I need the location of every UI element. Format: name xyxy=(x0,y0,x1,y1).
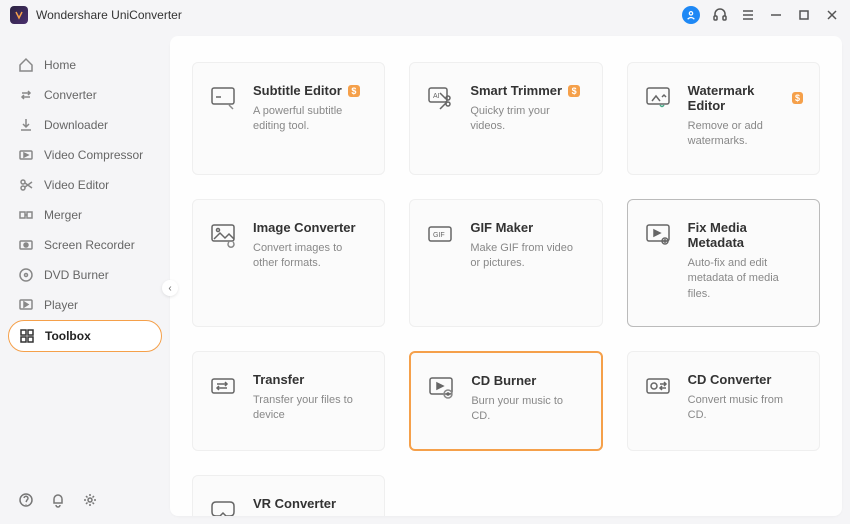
tool-title: Watermark Editor xyxy=(688,83,786,113)
menu-icon[interactable] xyxy=(740,7,756,23)
headset-icon[interactable] xyxy=(712,7,728,23)
sidebar-item-toolbox[interactable]: Toolbox xyxy=(8,320,162,352)
sidebar-item-recorder[interactable]: Screen Recorder xyxy=(8,230,162,260)
close-icon[interactable] xyxy=(824,7,840,23)
sidebar-item-label: Home xyxy=(44,58,76,72)
user-account-icon[interactable] xyxy=(682,6,700,24)
collapse-sidebar-button[interactable]: ‹ xyxy=(162,280,178,296)
tool-title: Transfer xyxy=(253,372,304,387)
bell-icon[interactable] xyxy=(50,492,66,508)
tool-title: GIF Maker xyxy=(470,220,533,235)
title-bar: Wondershare UniConverter xyxy=(0,0,850,30)
sidebar-item-label: Converter xyxy=(44,88,97,102)
sidebar: Home Converter Downloader Video Compress… xyxy=(0,30,170,524)
help-icon[interactable] xyxy=(18,492,34,508)
svg-text:AI: AI xyxy=(433,93,440,100)
tool-cd-converter[interactable]: CD Converter Convert music from CD. xyxy=(627,351,820,451)
minimize-icon[interactable] xyxy=(768,7,784,23)
sidebar-item-player[interactable]: Player xyxy=(8,290,162,320)
tool-cd-burner[interactable]: CD Burner Burn your music to CD. xyxy=(409,351,602,451)
svg-text:GIF: GIF xyxy=(433,232,445,239)
sidebar-item-dvd[interactable]: DVD Burner xyxy=(8,260,162,290)
sidebar-item-downloader[interactable]: Downloader xyxy=(8,110,162,140)
cd-burner-icon xyxy=(427,373,455,401)
tool-watermark-editor[interactable]: Watermark Editor $ Remove or add watermar… xyxy=(627,62,820,175)
disc-icon xyxy=(18,267,34,283)
tool-title: CD Burner xyxy=(471,373,536,388)
transfer-icon xyxy=(209,372,237,400)
subtitle-icon xyxy=(209,83,237,111)
sidebar-item-compressor[interactable]: Video Compressor xyxy=(8,140,162,170)
tool-desc: Remove or add watermarks. xyxy=(688,119,803,150)
tool-image-converter[interactable]: Image Converter Convert images to other … xyxy=(192,199,385,327)
tool-fix-metadata[interactable]: Fix Media Metadata Auto-fix and edit met… xyxy=(627,199,820,327)
sidebar-item-merger[interactable]: Merger xyxy=(8,200,162,230)
main-panel: Subtitle Editor $ A powerful subtitle edi… xyxy=(170,36,842,516)
tool-desc: Convert music from CD. xyxy=(688,393,803,424)
image-icon xyxy=(209,220,237,248)
tool-subtitle-editor[interactable]: Subtitle Editor $ A powerful subtitle edi… xyxy=(192,62,385,175)
tool-desc: Make GIF from video or pictures. xyxy=(470,241,585,272)
cd-converter-icon xyxy=(644,372,672,400)
tool-title: Smart Trimmer xyxy=(470,83,562,98)
home-icon xyxy=(18,57,34,73)
tool-title: CD Converter xyxy=(688,372,772,387)
tool-desc: A powerful subtitle editing tool. xyxy=(253,104,368,135)
sidebar-item-label: Merger xyxy=(44,208,82,222)
tool-desc: Convert images to other formats. xyxy=(253,241,368,272)
tool-gif-maker[interactable]: GIF GIF Maker Make GIF from video or pic… xyxy=(409,199,602,327)
converter-icon xyxy=(18,87,34,103)
merger-icon xyxy=(18,207,34,223)
premium-badge-icon: $ xyxy=(568,85,580,97)
app-logo-icon xyxy=(10,6,28,24)
tool-vr-converter[interactable]: VR Converter Convert videos to VR and en… xyxy=(192,475,385,516)
sidebar-item-converter[interactable]: Converter xyxy=(8,80,162,110)
tool-title: Fix Media Metadata xyxy=(688,220,803,250)
compressor-icon xyxy=(18,147,34,163)
settings-icon[interactable] xyxy=(82,492,98,508)
sidebar-item-label: Downloader xyxy=(44,118,108,132)
sidebar-item-video-editor[interactable]: Video Editor xyxy=(8,170,162,200)
tool-title: Image Converter xyxy=(253,220,356,235)
sidebar-item-label: Video Compressor xyxy=(44,148,143,162)
app-title: Wondershare UniConverter xyxy=(36,8,182,22)
maximize-icon[interactable] xyxy=(796,7,812,23)
vr-icon xyxy=(209,496,237,516)
download-icon xyxy=(18,117,34,133)
tool-smart-trimmer[interactable]: AI Smart Trimmer $ Quicky trim your video… xyxy=(409,62,602,175)
sidebar-item-label: DVD Burner xyxy=(44,268,109,282)
tool-desc: Auto-fix and edit metadata of media file… xyxy=(688,256,803,302)
sidebar-item-label: Video Editor xyxy=(44,178,109,192)
tool-transfer[interactable]: Transfer Transfer your files to device xyxy=(192,351,385,451)
recorder-icon xyxy=(18,237,34,253)
sidebar-item-label: Player xyxy=(44,298,78,312)
tool-title: Subtitle Editor xyxy=(253,83,342,98)
trimmer-icon: AI xyxy=(426,83,454,111)
toolbox-icon xyxy=(19,328,35,344)
tool-title: VR Converter xyxy=(253,496,336,511)
player-icon xyxy=(18,297,34,313)
sidebar-item-home[interactable]: Home xyxy=(8,50,162,80)
metadata-icon xyxy=(644,220,672,248)
tool-desc: Transfer your files to device xyxy=(253,393,368,424)
sidebar-item-label: Screen Recorder xyxy=(44,238,135,252)
tool-desc: Quicky trim your videos. xyxy=(470,104,585,135)
tool-desc: Burn your music to CD. xyxy=(471,394,584,425)
premium-badge-icon: $ xyxy=(348,85,360,97)
gif-icon: GIF xyxy=(426,220,454,248)
watermark-icon xyxy=(644,83,672,111)
premium-badge-icon: $ xyxy=(792,92,803,104)
scissors-icon xyxy=(18,177,34,193)
sidebar-item-label: Toolbox xyxy=(45,329,91,343)
